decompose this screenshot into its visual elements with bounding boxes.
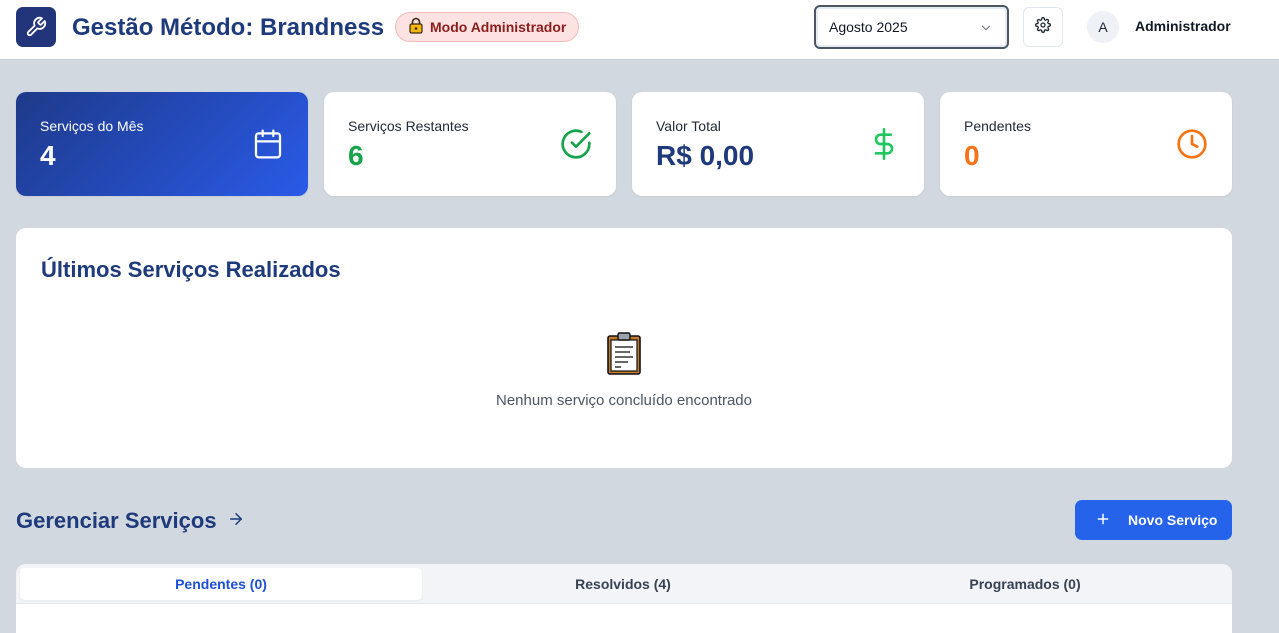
stat-card-pending: Pendentes 0 [940, 92, 1232, 196]
check-circle-icon [560, 128, 592, 160]
stat-value: R$ 0,00 [656, 140, 755, 171]
user-name[interactable]: Administrador [1135, 18, 1231, 34]
dollar-icon [868, 128, 900, 160]
stat-label: Valor Total [656, 118, 721, 134]
avatar[interactable]: A [1087, 11, 1119, 43]
section-title: Gerenciar Serviços [16, 508, 217, 533]
chevron-down-icon [979, 21, 993, 38]
tab-scheduled[interactable]: Programados (0) [824, 568, 1226, 600]
tab-resolved[interactable]: Resolvidos (4) [422, 568, 824, 600]
section-title: Últimos Serviços Realizados [41, 257, 341, 282]
new-service-label: Novo Serviço [1128, 512, 1218, 528]
stat-value: 4 [40, 140, 56, 171]
admin-mode-badge: Modo Administrador [395, 12, 580, 42]
admin-badge-label: Modo Administrador [430, 19, 567, 35]
clock-icon [1176, 128, 1208, 160]
clipboard-icon [606, 332, 642, 376]
plus-icon [1095, 511, 1111, 530]
tab-pending[interactable]: Pendentes (0) [20, 568, 422, 600]
empty-state-text: Nenhum serviço concluído encontrado [496, 392, 752, 409]
new-service-button[interactable]: Novo Serviço [1075, 500, 1232, 540]
gear-icon [1035, 16, 1051, 38]
services-tabs: Pendentes (0) Resolvidos (4) Programados… [16, 564, 1232, 633]
settings-button[interactable] [1023, 7, 1063, 47]
calendar-icon [252, 128, 284, 160]
stat-value: 6 [348, 140, 364, 171]
stat-label: Serviços do Mês [40, 118, 144, 134]
stat-card-total-value: Valor Total R$ 0,00 [632, 92, 924, 196]
month-select-value: Agosto 2025 [829, 19, 908, 35]
tab-bar: Pendentes (0) Resolvidos (4) Programados… [16, 564, 1232, 604]
stat-value: 0 [964, 140, 980, 171]
top-header: Gestão Método: Brandness Modo Administra… [0, 0, 1279, 60]
month-select[interactable]: Agosto 2025 [814, 5, 1009, 49]
manage-services-link[interactable]: Gerenciar Serviços [16, 508, 245, 534]
stat-card-services-month: Serviços do Mês 4 [16, 92, 308, 196]
wrench-logo-icon[interactable] [16, 7, 56, 47]
latest-services-panel: Últimos Serviços Realizados Nenhum servi… [16, 228, 1232, 468]
lock-icon [408, 17, 424, 37]
stat-label: Pendentes [964, 118, 1031, 134]
stat-card-remaining: Serviços Restantes 6 [324, 92, 616, 196]
app-title: Gestão Método: Brandness [72, 14, 385, 41]
stat-label: Serviços Restantes [348, 118, 469, 134]
arrow-right-icon [227, 508, 245, 534]
